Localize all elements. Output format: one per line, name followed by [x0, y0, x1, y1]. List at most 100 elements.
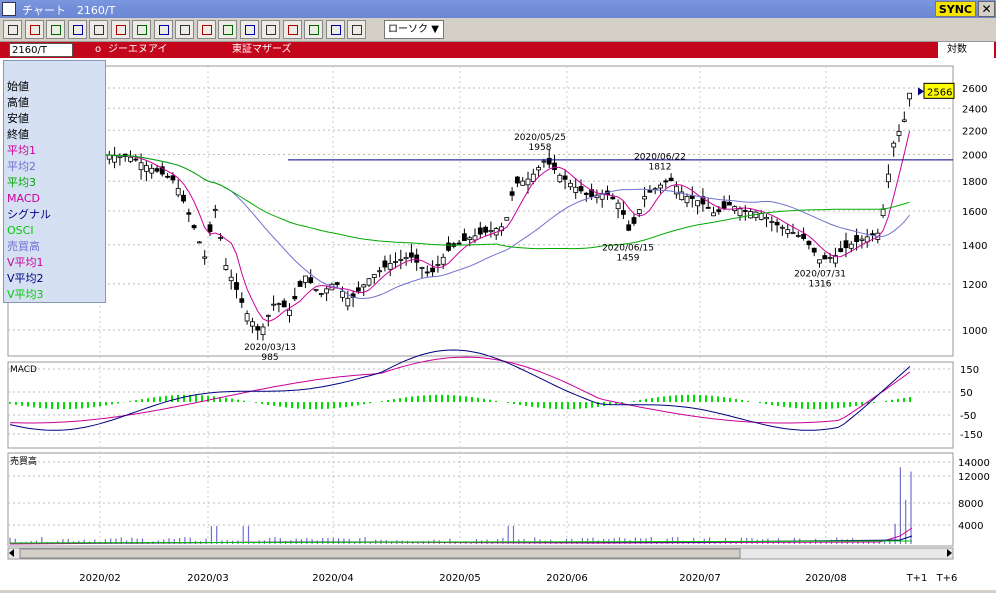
candle-body — [488, 230, 494, 233]
candle-body — [552, 162, 557, 171]
candle-body — [138, 162, 144, 171]
grid-icon[interactable] — [261, 20, 280, 39]
candle-body — [711, 212, 716, 217]
candle-body — [112, 155, 117, 163]
symbol-code-field[interactable]: 2160/T — [9, 43, 73, 57]
candle-body — [562, 175, 568, 180]
macd-tick-label: -50 — [960, 411, 976, 422]
date-label: 2020/03 — [187, 573, 229, 584]
price-tick-label: 1600 — [962, 207, 987, 218]
calculator-icon[interactable] — [239, 20, 259, 39]
candle-body — [689, 195, 695, 199]
candle-body — [435, 264, 441, 266]
candle-body — [276, 303, 282, 306]
scale-label[interactable]: 対数 — [938, 42, 994, 58]
log-icon[interactable] — [175, 20, 194, 39]
line-chart-icon[interactable] — [46, 20, 65, 39]
volume-tick-label: 8000 — [958, 499, 983, 510]
list-icon[interactable] — [89, 20, 108, 39]
candle-body — [154, 168, 160, 172]
candle-body — [313, 288, 319, 291]
chart-type-select[interactable]: ローソク ▼ — [384, 20, 444, 39]
compare-icon[interactable] — [196, 20, 216, 39]
candle-body — [207, 224, 213, 232]
chart-area[interactable]: 1000 1200 1400 1600 1800 2000 2200 2400 2600 2020… — [0, 58, 996, 590]
date-label: T+6 — [936, 573, 958, 584]
candle-body — [281, 300, 287, 308]
ruler-icon[interactable] — [153, 20, 173, 39]
candle-body — [472, 235, 478, 241]
price-tick-label: 2400 — [962, 104, 987, 115]
chart-icon[interactable] — [3, 20, 22, 39]
bar-chart-icon[interactable] — [67, 20, 87, 39]
print-icon[interactable] — [110, 20, 130, 39]
candle-body — [854, 235, 859, 243]
company-name: ジーエヌアイ — [108, 44, 168, 55]
candle-body — [626, 224, 632, 231]
candle-body — [461, 233, 467, 242]
volume-tick-label: 12000 — [958, 472, 990, 483]
legend-panel: 始値 高値 安値 終値 平均1 平均2 平均3 MACD シグナル OSCI 売買高 V平均1 V平均2… — [3, 60, 106, 303]
candle-body — [414, 254, 420, 263]
annotation-price: 1812 — [649, 162, 672, 172]
candle-body — [477, 227, 483, 235]
legend-item: OSCI — [7, 224, 34, 237]
legend-item: 平均2 — [7, 160, 36, 173]
macd-tick-label: 150 — [960, 365, 979, 376]
candle-body — [244, 313, 250, 322]
candle-body — [387, 263, 393, 270]
candle-body — [525, 178, 531, 186]
toolbar: ローソク ▼ — [0, 18, 996, 42]
candle-body — [133, 158, 139, 161]
ma3-line — [103, 154, 910, 250]
legend-item: シグナル — [7, 208, 51, 221]
candle-body — [403, 256, 409, 260]
legend-item: MACD — [7, 192, 40, 205]
candle-body — [371, 274, 377, 278]
candle-body — [515, 176, 520, 184]
candle-body — [631, 217, 637, 224]
candle-icon[interactable] — [24, 20, 44, 39]
legend-item: V平均1 — [7, 256, 44, 269]
candle-body — [340, 290, 345, 298]
annotation-price: 1459 — [617, 253, 640, 263]
annotation-date: 2020/06/15 — [602, 243, 654, 253]
sync-button[interactable]: SYNC — [934, 1, 976, 17]
close-button[interactable]: ✕ — [978, 1, 995, 17]
scrollbar-thumb — [19, 548, 741, 559]
candle-body — [880, 208, 886, 217]
candle-body — [621, 210, 626, 215]
candle-body — [302, 275, 308, 283]
candle-body — [795, 235, 801, 237]
candle-body — [546, 157, 552, 165]
search-icon[interactable] — [325, 20, 345, 39]
annotation-date: 2020/05/25 — [514, 133, 566, 143]
legend-item: 始値 — [7, 80, 29, 93]
candle-body — [228, 276, 234, 282]
date-label: 2020/05 — [439, 573, 481, 584]
candle-body — [446, 242, 451, 251]
annotation-date: 2020/03/13 — [244, 343, 296, 353]
candle-body — [859, 238, 865, 241]
window-icon[interactable] — [218, 20, 237, 39]
target-icon[interactable] — [132, 20, 151, 39]
candle-body — [419, 267, 425, 269]
candle-body — [658, 184, 663, 189]
candle-body — [181, 194, 186, 202]
legend-item: 安値 — [7, 112, 29, 125]
candle-body — [287, 309, 292, 316]
candle-body — [727, 201, 732, 206]
candle-body — [811, 247, 817, 253]
settings-icon[interactable] — [347, 20, 366, 39]
eraser-icon[interactable] — [304, 20, 323, 39]
price-tick-label: 1800 — [962, 177, 987, 188]
candle-body — [716, 209, 722, 213]
candle-body — [817, 259, 822, 264]
candle-body — [774, 221, 780, 226]
candle-body — [806, 240, 812, 246]
candle-body — [684, 196, 690, 204]
candle-body — [334, 282, 340, 285]
annotation-price: 1958 — [529, 143, 552, 153]
candle-body — [769, 221, 775, 223]
pencil-icon[interactable] — [282, 20, 302, 39]
